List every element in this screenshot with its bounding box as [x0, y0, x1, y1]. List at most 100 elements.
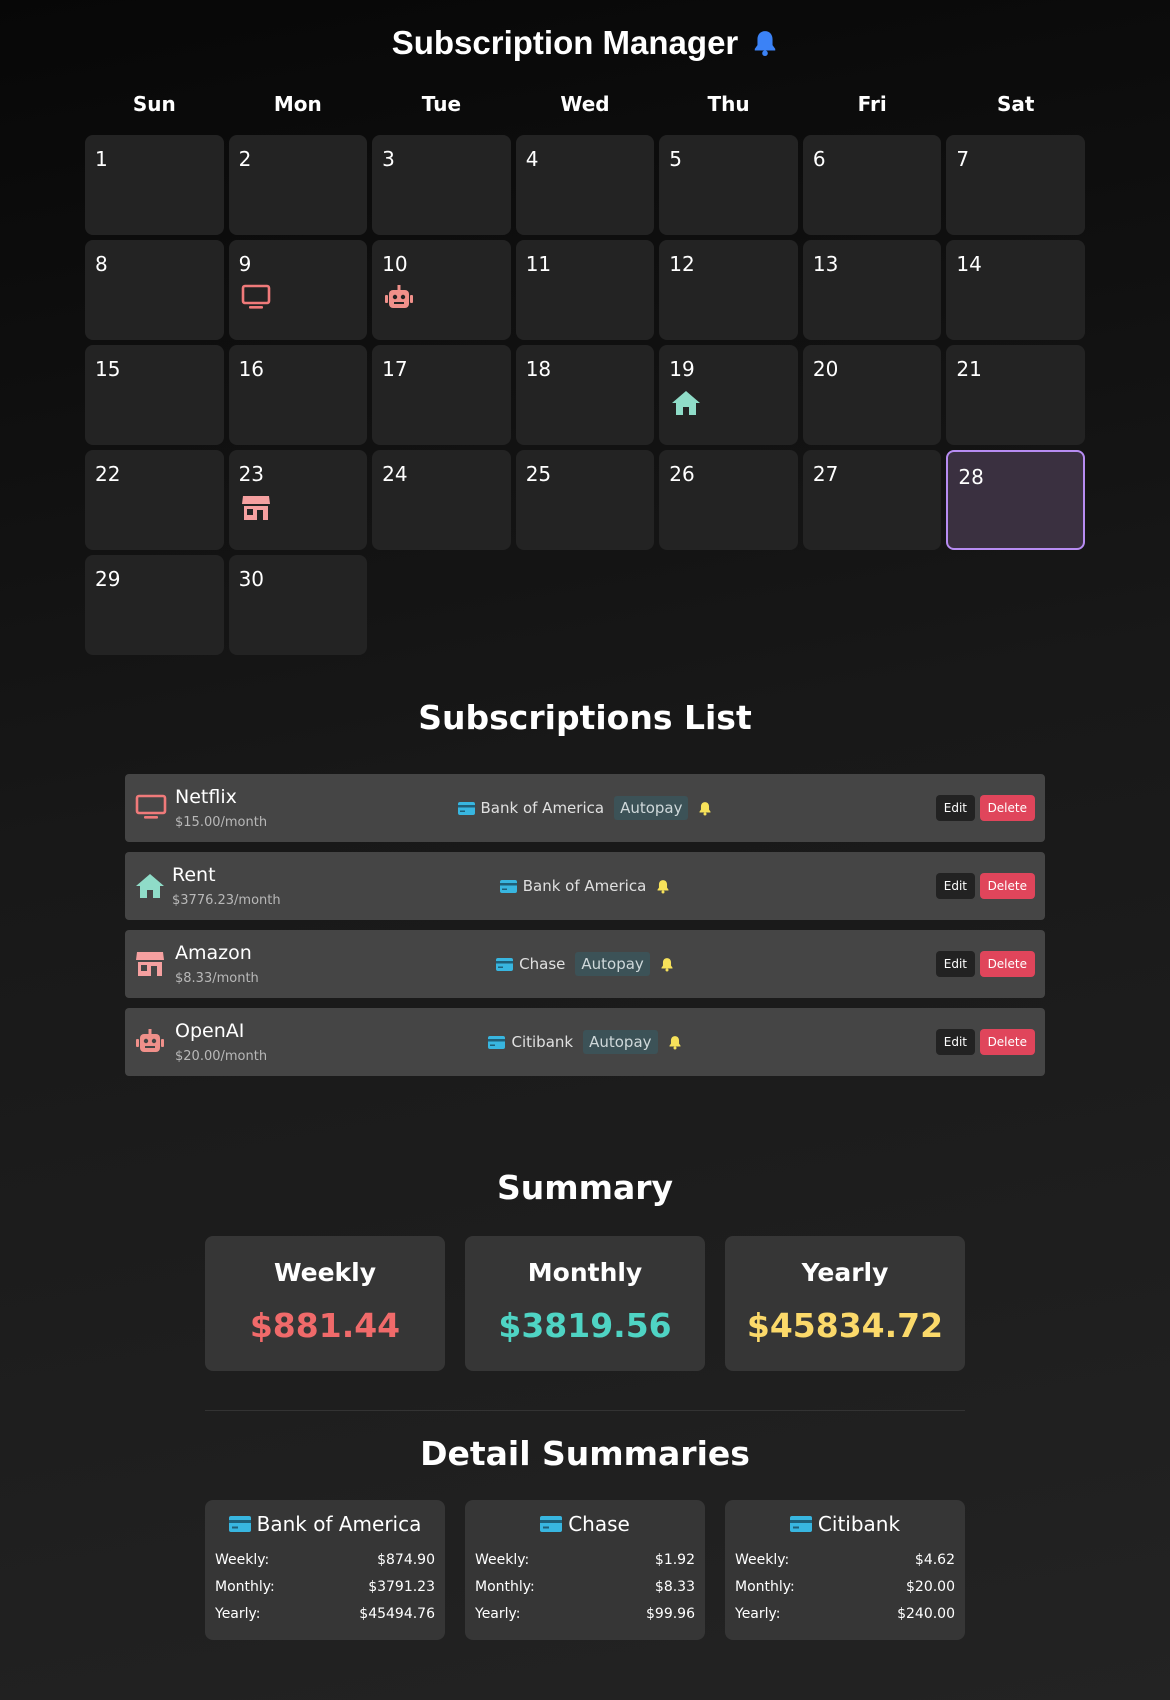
calendar-day[interactable]: 26	[659, 450, 798, 550]
calendar-day[interactable]: 9	[228, 240, 368, 340]
credit-card-icon	[488, 1035, 506, 1049]
day-number: 28	[958, 465, 984, 489]
subscription-meta: Citibank Autopay	[125, 1008, 1045, 1076]
day-number: 10	[382, 252, 408, 276]
detail-row-weekly: Weekly: $4.62	[735, 1552, 955, 1568]
day-number: 1	[95, 147, 108, 171]
subscriptions-title: Subscriptions List	[418, 698, 752, 737]
detail-card-header: Citibank	[725, 1512, 965, 1536]
delete-button[interactable]: Delete	[979, 795, 1035, 821]
day-number: 8	[95, 252, 108, 276]
day-number: 20	[812, 357, 839, 381]
day-number: 4	[525, 147, 539, 171]
subscription-meta: Bank of America Autopay	[125, 774, 1045, 842]
autopay-badge: Autopay	[583, 1030, 658, 1054]
day-number: 21	[956, 357, 982, 381]
detail-value: $99.96	[646, 1606, 695, 1622]
detail-value: $874.90	[377, 1552, 435, 1568]
calendar-day[interactable]: 24	[372, 450, 511, 550]
summary-label: Yearly	[801, 1258, 889, 1287]
calendar-day[interactable]: 30	[228, 555, 368, 655]
calendar-day[interactable]: 23	[228, 450, 368, 550]
detail-value: $45494.76	[359, 1606, 435, 1622]
calendar-day[interactable]: 13	[802, 240, 942, 340]
weekday-label: Mon	[273, 92, 322, 116]
calendar-day[interactable]: 22	[85, 450, 224, 550]
calendar-day[interactable]: 19	[659, 345, 798, 445]
detail-row-weekly: Weekly: $874.90	[215, 1552, 435, 1568]
calendar-day[interactable]: 15	[85, 345, 224, 445]
detail-value: $1.92	[654, 1552, 695, 1568]
divider	[205, 1410, 965, 1411]
calendar-day[interactable]: 21	[946, 345, 1085, 445]
day-number: 24	[382, 462, 408, 486]
delete-button[interactable]: Delete	[979, 951, 1035, 977]
detail-row-yearly: Yearly: $45494.76	[215, 1606, 435, 1622]
bank-name: Chase	[519, 955, 566, 973]
detail-card: Bank of America Weekly: $874.90 Monthly:…	[205, 1500, 445, 1640]
edit-button[interactable]: Edit	[935, 795, 975, 821]
bell-icon	[660, 957, 674, 972]
detail-label: Yearly:	[735, 1606, 781, 1622]
day-number: 18	[525, 357, 552, 381]
calendar-day[interactable]: 25	[515, 450, 655, 550]
calendar-day[interactable]: 18	[515, 345, 655, 445]
bell-icon[interactable]	[752, 29, 778, 57]
day-number: 12	[669, 252, 695, 276]
detail-value: $20.00	[906, 1579, 955, 1595]
day-number: 13	[812, 252, 839, 276]
day-number: 15	[95, 357, 121, 381]
detail-row-monthly: Monthly: $20.00	[735, 1579, 955, 1595]
detail-card: Chase Weekly: $1.92 Monthly: $8.33 Yearl…	[465, 1500, 705, 1640]
calendar-day[interactable]: 4	[515, 135, 655, 235]
calendar-day[interactable]: 12	[659, 240, 798, 340]
calendar-day[interactable]: 16	[228, 345, 368, 445]
calendar-day[interactable]: 5	[659, 135, 798, 235]
calendar-day[interactable]: 2	[228, 135, 368, 235]
calendar-day[interactable]: 6	[802, 135, 942, 235]
robot-icon	[384, 284, 414, 312]
detail-row-yearly: Yearly: $240.00	[735, 1606, 955, 1622]
day-number: 6	[812, 147, 826, 171]
list-item: Amazon $8.33/month Chase Autopay Edit De…	[125, 930, 1045, 998]
calendar-day[interactable]: 29	[85, 555, 224, 655]
delete-button[interactable]: Delete	[979, 1029, 1035, 1055]
credit-card-icon	[496, 957, 514, 971]
weekday-label: Thu	[707, 92, 750, 116]
calendar-day[interactable]: 10	[372, 240, 511, 340]
detail-card: Citibank Weekly: $4.62 Monthly: $20.00 Y…	[725, 1500, 965, 1640]
calendar-day[interactable]: 14	[946, 240, 1085, 340]
detail-value: $240.00	[897, 1606, 955, 1622]
edit-button[interactable]: Edit	[935, 951, 975, 977]
summary-value: $3819.56	[498, 1306, 672, 1345]
day-number: 11	[525, 252, 552, 276]
calendar-day-today[interactable]: 28	[946, 450, 1085, 550]
calendar-day[interactable]: 27	[802, 450, 942, 550]
calendar-day[interactable]: 17	[372, 345, 511, 445]
subscriptions-list: Netflix $15.00/month Bank of America Aut…	[125, 774, 1045, 1086]
weekday-label: Fri	[857, 92, 887, 116]
list-item: Netflix $15.00/month Bank of America Aut…	[125, 774, 1045, 842]
credit-card-icon	[228, 1516, 251, 1532]
day-number: 19	[669, 357, 695, 381]
calendar-day[interactable]: 20	[802, 345, 942, 445]
weekday-label: Tue	[421, 92, 462, 116]
edit-button[interactable]: Edit	[935, 1029, 975, 1055]
detail-row-yearly: Yearly: $99.96	[475, 1606, 695, 1622]
detail-label: Monthly:	[735, 1579, 795, 1595]
day-number: 2	[238, 147, 252, 171]
edit-button[interactable]: Edit	[935, 873, 975, 899]
weekday-label: Sat	[996, 92, 1035, 116]
calendar-day[interactable]: 3	[372, 135, 511, 235]
calendar-day[interactable]: 1	[85, 135, 224, 235]
detail-summaries-title: Detail Summaries	[420, 1434, 750, 1473]
summary-card-weekly: Weekly $881.44	[205, 1236, 445, 1371]
calendar-day[interactable]: 7	[946, 135, 1085, 235]
list-item: OpenAI $20.00/month Citibank Autopay Edi…	[125, 1008, 1045, 1076]
delete-button[interactable]: Delete	[979, 873, 1035, 899]
day-number: 17	[382, 357, 408, 381]
calendar-day[interactable]: 8	[85, 240, 224, 340]
detail-label: Monthly:	[215, 1579, 275, 1595]
calendar-day[interactable]: 11	[515, 240, 655, 340]
detail-value: $3791.23	[368, 1579, 435, 1595]
